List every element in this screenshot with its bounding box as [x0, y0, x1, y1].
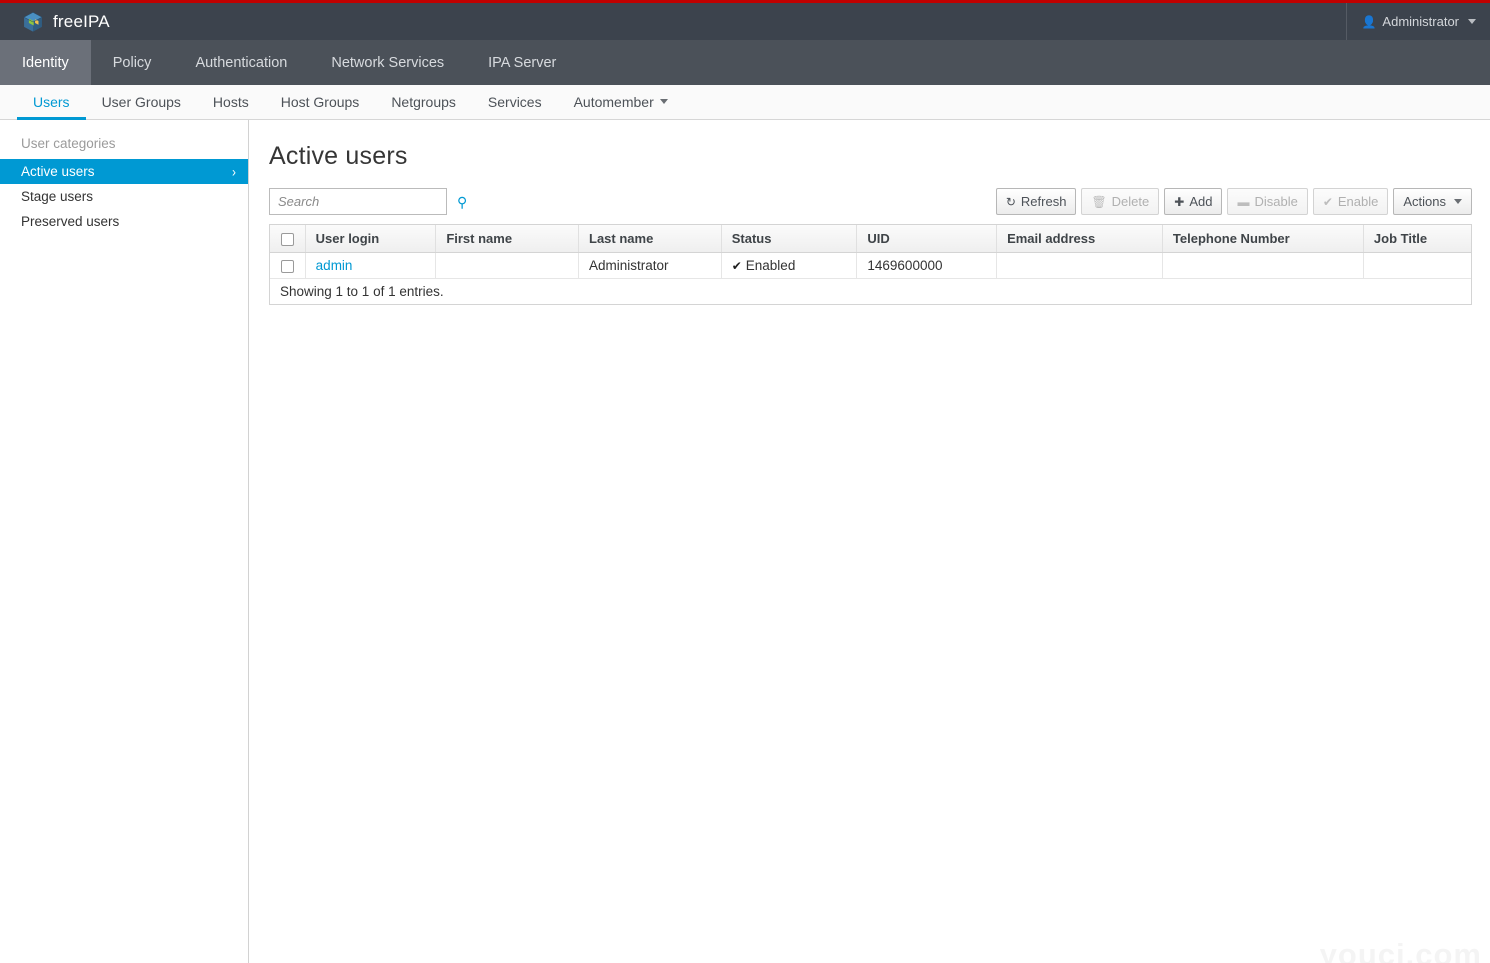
sidebar-item-stage-users-label: Stage users [21, 189, 94, 204]
refresh-button[interactable]: ↻ Refresh [995, 188, 1077, 215]
sidebar-heading: User categories [21, 136, 116, 151]
column-header-first-name[interactable]: First name [435, 225, 580, 253]
body-wrapper: User categories Active users › Stage use… [0, 120, 1490, 963]
tab-automember-label: Automember [573, 93, 654, 110]
tab-netgroups-label: Netgroups [391, 93, 456, 110]
user-menu[interactable]: 👤 Administrator [1361, 14, 1476, 29]
chevron-down-icon [1454, 199, 1462, 204]
actions-dropdown-label: Actions [1403, 194, 1446, 209]
masthead: freeIPA 👤 Administrator [0, 3, 1490, 40]
secondary-navigation: Users User Groups Hosts Host Groups Netg… [0, 85, 1490, 120]
tab-host-groups[interactable]: Host Groups [265, 86, 376, 120]
table-footer-summary: Showing 1 to 1 of 1 entries. [270, 279, 1471, 304]
column-header-telephone-number[interactable]: Telephone Number [1162, 225, 1364, 253]
tab-services-label: Services [487, 93, 542, 110]
column-header-uid[interactable]: UID [856, 225, 998, 253]
nav-item-authentication[interactable]: Authentication [173, 40, 309, 85]
row-select-cell [270, 252, 306, 279]
row-checkbox[interactable] [280, 259, 294, 273]
check-icon: ✔ [1322, 194, 1333, 209]
page-title: Active users [269, 142, 408, 170]
check-icon: ✔ [731, 259, 742, 273]
tab-users[interactable]: Users [17, 86, 86, 120]
tab-user-groups-label: User Groups [101, 93, 181, 110]
search-input[interactable] [278, 194, 456, 209]
cell-telephone-number [1162, 252, 1364, 279]
cell-status: ✔ Enabled [721, 252, 858, 279]
search-icon[interactable]: ⚲ [456, 195, 468, 209]
column-header-user-login[interactable]: User login [305, 225, 437, 253]
tab-user-groups[interactable]: User Groups [86, 86, 197, 120]
actions-dropdown-button[interactable]: Actions [1393, 188, 1472, 215]
enable-button-label: Enable [1337, 194, 1379, 209]
tab-hosts-label: Hosts [212, 93, 249, 110]
control-bar: ⚲ ↻ Refresh 🗑 Delete ✚ Add ▬ Disable [269, 188, 1472, 215]
cell-user-login: admin [305, 252, 437, 279]
toolbar: ↻ Refresh 🗑 Delete ✚ Add ▬ Disable ✔ Ena… [995, 188, 1472, 215]
tab-netgroups[interactable]: Netgroups [375, 86, 472, 120]
users-table-wrapper: User login First name Last name Status U… [269, 224, 1472, 305]
add-button[interactable]: ✚ Add [1164, 188, 1223, 215]
nav-item-identity[interactable]: Identity [0, 40, 91, 85]
nav-item-network-services[interactable]: Network Services [309, 40, 466, 85]
plus-icon: ✚ [1174, 194, 1185, 209]
search-box[interactable]: ⚲ [269, 188, 467, 215]
column-header-last-name[interactable]: Last name [578, 225, 722, 253]
delete-button-label: Delete [1111, 194, 1150, 209]
trash-icon: 🗑 [1091, 194, 1107, 209]
table-header-row: User login First name Last name Status U… [270, 225, 1471, 253]
cell-email-address [996, 252, 1163, 279]
user-login-link[interactable]: admin [316, 258, 353, 273]
column-header-job-title[interactable]: Job Title [1363, 225, 1471, 253]
select-all-checkbox[interactable] [280, 233, 294, 247]
masthead-divider [1346, 3, 1348, 40]
status-badge: Enabled [745, 258, 796, 273]
cell-first-name [435, 252, 580, 279]
watermark: youci.com [1319, 937, 1482, 963]
masthead-right: 👤 Administrator [1346, 3, 1476, 40]
table-row: admin Administrator ✔ Enabled 1469600000 [270, 252, 1471, 279]
chevron-down-icon [659, 99, 668, 104]
nav-item-policy[interactable]: Policy [91, 40, 174, 85]
tab-hosts[interactable]: Hosts [197, 86, 265, 120]
users-table: User login First name Last name Status U… [270, 225, 1471, 279]
refresh-button-label: Refresh [1020, 194, 1067, 209]
sidebar-item-stage-users[interactable]: Stage users [0, 184, 248, 209]
enable-button[interactable]: ✔ Enable [1312, 188, 1389, 215]
cell-job-title [1363, 252, 1471, 279]
sidebar-item-preserved-users[interactable]: Preserved users [0, 209, 248, 234]
tab-host-groups-label: Host Groups [280, 93, 360, 110]
add-button-label: Add [1189, 194, 1213, 209]
select-all-header [270, 225, 306, 253]
refresh-icon: ↻ [1005, 194, 1016, 209]
sidebar-item-active-users[interactable]: Active users › [0, 159, 248, 184]
sidebar-item-active-users-label: Active users [21, 164, 95, 179]
tab-services[interactable]: Services [472, 86, 558, 120]
user-icon: 👤 [1361, 14, 1377, 29]
brand-name: freeIPA [53, 11, 110, 31]
cell-uid: 1469600000 [856, 252, 998, 279]
nav-item-ipa-server[interactable]: IPA Server [466, 40, 578, 85]
disable-button[interactable]: ▬ Disable [1227, 188, 1308, 215]
chevron-down-icon [1468, 19, 1476, 24]
sidebar-item-preserved-users-label: Preserved users [21, 214, 120, 229]
column-header-email-address[interactable]: Email address [996, 225, 1163, 253]
cube-icon [23, 11, 43, 32]
tab-automember[interactable]: Automember [558, 86, 684, 120]
column-header-status[interactable]: Status [721, 225, 858, 253]
disable-button-label: Disable [1254, 194, 1298, 209]
user-menu-label: Administrator [1382, 14, 1459, 29]
brand[interactable]: freeIPA [0, 11, 110, 33]
chevron-right-icon: › [232, 163, 236, 180]
cell-last-name: Administrator [578, 252, 722, 279]
primary-navigation: Identity Policy Authentication Network S… [0, 40, 1490, 85]
delete-button[interactable]: 🗑 Delete [1081, 188, 1160, 215]
tab-users-label: Users [33, 93, 70, 110]
sidebar: User categories Active users › Stage use… [0, 120, 249, 963]
main-content: Active users ⚲ ↻ Refresh 🗑 Delete ✚ Add [249, 120, 1490, 963]
minus-icon: ▬ [1237, 194, 1250, 209]
